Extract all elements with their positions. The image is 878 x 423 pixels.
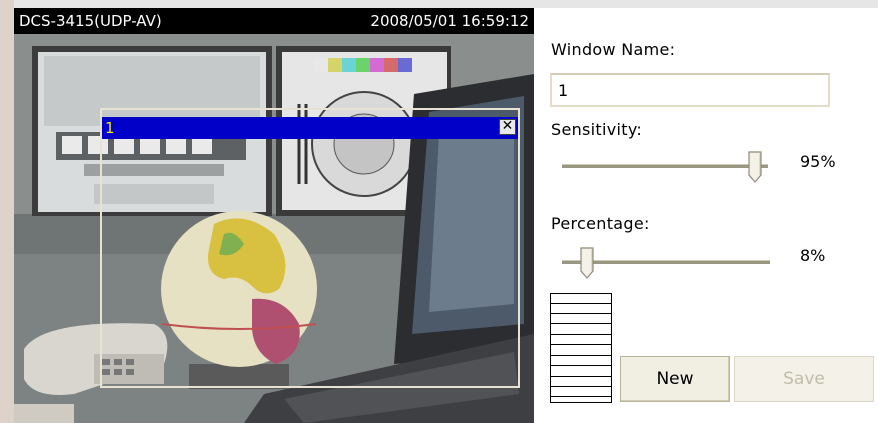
new-button[interactable]: New — [620, 356, 730, 402]
meter-tick — [551, 344, 611, 345]
meter-tick — [551, 386, 611, 387]
save-button[interactable]: Save — [734, 356, 874, 402]
camera-timestamp: 2008/05/01 16:59:12 — [370, 12, 529, 30]
meter-tick — [551, 376, 611, 377]
motion-level-meter — [550, 293, 612, 403]
meter-tick — [551, 365, 611, 366]
motion-window-titlebar[interactable]: 1 ✕ — [102, 117, 518, 139]
percentage-label: Percentage: — [551, 214, 650, 233]
sensitivity-value: 95% — [800, 152, 836, 171]
meter-tick — [551, 396, 611, 397]
slider-thumb-icon[interactable] — [580, 247, 594, 279]
camera-title: DCS-3415(UDP-AV) — [19, 12, 162, 30]
close-icon[interactable]: ✕ — [499, 119, 516, 135]
meter-tick — [551, 313, 611, 314]
camera-header: DCS-3415(UDP-AV) 2008/05/01 16:59:12 — [14, 8, 534, 34]
slider-thumb-icon[interactable] — [748, 151, 762, 183]
sensitivity-slider-track[interactable] — [562, 164, 768, 168]
sensitivity-label: Sensitivity: — [551, 120, 643, 139]
meter-tick — [551, 323, 611, 324]
camera-view[interactable]: DCS-3415(UDP-AV) 2008/05/01 16:59:12 1 ✕ — [14, 8, 534, 423]
percentage-value: 8% — [800, 246, 826, 265]
top-strip — [14, 0, 878, 8]
window-name-label: Window Name: — [551, 40, 676, 59]
motion-detection-window[interactable]: 1 ✕ — [100, 108, 520, 388]
meter-tick — [551, 355, 611, 356]
motion-window-name: 1 — [105, 119, 115, 137]
left-border — [0, 0, 14, 423]
meter-tick — [551, 303, 611, 304]
meter-tick — [551, 334, 611, 335]
window-name-input[interactable] — [550, 73, 830, 107]
